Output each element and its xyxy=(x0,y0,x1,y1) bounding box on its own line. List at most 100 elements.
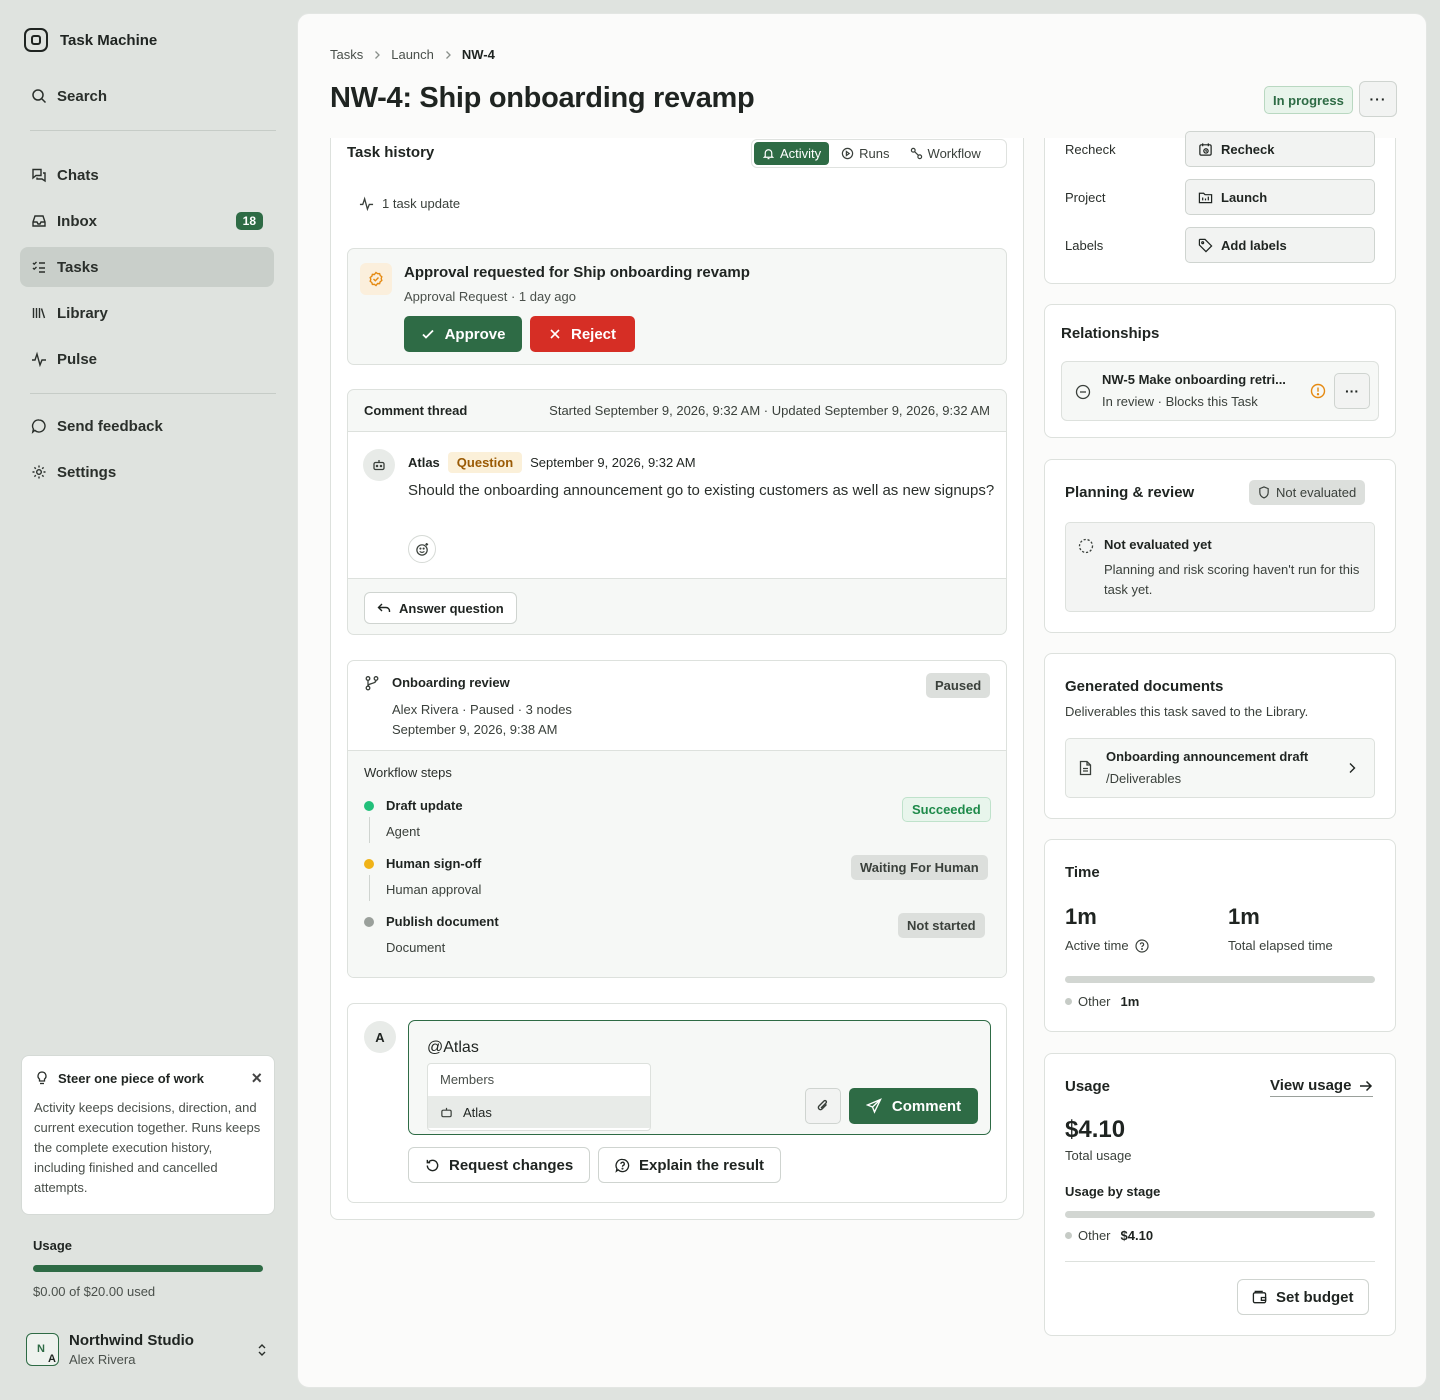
brand[interactable]: Task Machine xyxy=(24,28,157,52)
calendar-clock-icon xyxy=(1198,142,1213,157)
explain-result-label: Explain the result xyxy=(639,1156,765,1174)
tip-body: Activity keeps decisions, direction, and… xyxy=(34,1100,261,1195)
tab-activity[interactable]: Activity xyxy=(754,142,830,165)
workspace-user: Alex Rivera xyxy=(69,1352,136,1367)
tab-workflow[interactable]: Workflow xyxy=(902,142,989,165)
project-select[interactable]: Launch xyxy=(1185,179,1375,215)
active-time-label: Active time xyxy=(1065,938,1129,953)
legend-label: Other xyxy=(1078,994,1111,1009)
workflow-icon xyxy=(910,147,923,160)
step-connector xyxy=(369,817,370,843)
reject-button[interactable]: Reject xyxy=(530,316,635,352)
documents-subtitle: Deliverables this task saved to the Libr… xyxy=(1065,704,1309,719)
workflow-meta-time: September 9, 2026, 9:38 AM xyxy=(392,722,558,737)
recheck-button[interactable]: Recheck xyxy=(1185,131,1375,167)
view-usage-link[interactable]: View usage xyxy=(1270,1077,1374,1097)
workspace-switcher[interactable]: N A Northwind Studio Alex Rivera xyxy=(26,1332,272,1367)
search-button[interactable]: Search xyxy=(20,76,274,116)
sidebar-item-label: Chats xyxy=(57,166,99,184)
avatar-initial: N xyxy=(37,1343,45,1355)
set-budget-button[interactable]: Set budget xyxy=(1237,1279,1369,1315)
answer-question-button[interactable]: Answer question xyxy=(364,592,517,624)
project-value: Launch xyxy=(1221,189,1268,205)
chevron-right-icon xyxy=(444,50,452,60)
comment-input-value: @Atlas xyxy=(427,1039,479,1056)
sidebar-item-pulse[interactable]: Pulse xyxy=(20,339,274,379)
add-reaction-button[interactable] xyxy=(408,535,436,563)
tip-card: Steer one piece of work × Activity keeps… xyxy=(21,1055,275,1215)
inbox-icon xyxy=(31,213,47,229)
recheck-value: Recheck xyxy=(1221,141,1275,157)
relationship-name: NW-5 Make onboarding retri... xyxy=(1102,372,1286,387)
tip-title: Steer one piece of work xyxy=(58,1070,204,1086)
step-status-badge: Succeeded xyxy=(902,797,991,822)
comment-label: Comment xyxy=(891,1097,962,1115)
legend-dot xyxy=(1065,998,1072,1005)
help-circle-icon[interactable] xyxy=(1134,938,1149,953)
settings-button[interactable]: Settings xyxy=(20,452,274,492)
comment-input[interactable]: @Atlas Members Atlas Comment xyxy=(408,1020,991,1135)
close-icon[interactable]: × xyxy=(251,1069,262,1087)
search-label: Search xyxy=(57,87,108,105)
arrow-right-icon xyxy=(1359,1080,1373,1092)
bot-avatar xyxy=(363,449,395,481)
page-title: NW-4: Ship onboarding revamp xyxy=(330,82,755,114)
add-labels-button[interactable]: Add labels xyxy=(1185,227,1375,263)
document-path: /Deliverables xyxy=(1106,771,1182,786)
divider xyxy=(1065,1261,1375,1262)
task-update-count: 1 task update xyxy=(359,196,460,211)
not-evaluated-text: Planning and risk scoring haven't run fo… xyxy=(1104,562,1360,597)
sidebar-item-label: Settings xyxy=(57,463,117,481)
feedback-icon xyxy=(31,418,47,434)
attach-button[interactable] xyxy=(805,1088,841,1124)
sidebar-item-library[interactable]: Library xyxy=(20,293,274,333)
comment-button[interactable]: Comment xyxy=(849,1088,978,1124)
send-feedback-button[interactable]: Send feedback xyxy=(20,406,274,446)
legend-value: 1m xyxy=(1120,994,1140,1009)
time-title: Time xyxy=(1065,864,1100,881)
message-text: Should the onboarding announcement go to… xyxy=(408,482,995,499)
time-breakdown-bar xyxy=(1065,976,1375,983)
tab-label: Activity xyxy=(780,146,822,161)
chevron-right-icon xyxy=(1348,762,1356,774)
sidebar: Task Machine Search Chats Inbox 18 Tasks… xyxy=(0,0,296,1400)
workflow-steps-label: Workflow steps xyxy=(364,765,452,780)
usage-total-label: Total usage xyxy=(1065,1148,1132,1163)
relationships-title: Relationships xyxy=(1061,325,1160,342)
thread-label: Comment thread xyxy=(364,403,468,418)
dashed-circle-icon xyxy=(1078,538,1094,554)
sidebar-item-inbox[interactable]: Inbox 18 xyxy=(20,201,274,241)
add-labels-value: Add labels xyxy=(1221,237,1287,253)
tag-icon xyxy=(1198,238,1213,253)
bot-icon xyxy=(440,1106,453,1119)
relationship-more-button[interactable]: ··· xyxy=(1334,373,1370,409)
folder-icon xyxy=(1198,190,1213,205)
sidebar-item-chats[interactable]: Chats xyxy=(20,155,274,195)
status-badge[interactable]: In progress xyxy=(1264,86,1353,114)
step-status-dot xyxy=(364,801,374,811)
document-item[interactable]: Onboarding announcement draft /Deliverab… xyxy=(1065,738,1375,798)
not-evaluated-badge: Not evaluated xyxy=(1249,480,1366,505)
bell-icon xyxy=(762,147,775,160)
document-name: Onboarding announcement draft xyxy=(1106,749,1309,764)
badge-label: Not evaluated xyxy=(1276,485,1357,500)
thread-message: Atlas Question September 9, 2026, 9:32 A… xyxy=(348,432,1006,579)
approve-button[interactable]: Approve xyxy=(404,316,522,352)
breadcrumb-tasks[interactable]: Tasks xyxy=(330,47,363,62)
minus-circle-icon xyxy=(1075,384,1091,400)
relationship-item[interactable]: NW-5 Make onboarding retri... In review … xyxy=(1061,361,1379,421)
comment-composer: A @Atlas Members Atlas Comment Request c… xyxy=(347,1003,1007,1203)
sidebar-item-tasks[interactable]: Tasks xyxy=(20,247,274,287)
breadcrumb: Tasks Launch NW-4 xyxy=(330,47,495,62)
tab-runs[interactable]: Runs xyxy=(833,142,897,165)
step-name: Human sign-off xyxy=(386,856,482,871)
pulse-icon xyxy=(359,196,374,211)
breadcrumb-launch[interactable]: Launch xyxy=(391,47,434,62)
chats-icon xyxy=(31,167,47,183)
approval-title: Approval requested for Ship onboarding r… xyxy=(404,264,750,281)
approve-label: Approve xyxy=(444,325,506,343)
mention-option-atlas[interactable]: Atlas xyxy=(428,1096,650,1128)
explain-result-button[interactable]: Explain the result xyxy=(598,1147,782,1183)
more-options-button[interactable]: ··· xyxy=(1359,81,1397,117)
request-changes-button[interactable]: Request changes xyxy=(408,1147,591,1183)
